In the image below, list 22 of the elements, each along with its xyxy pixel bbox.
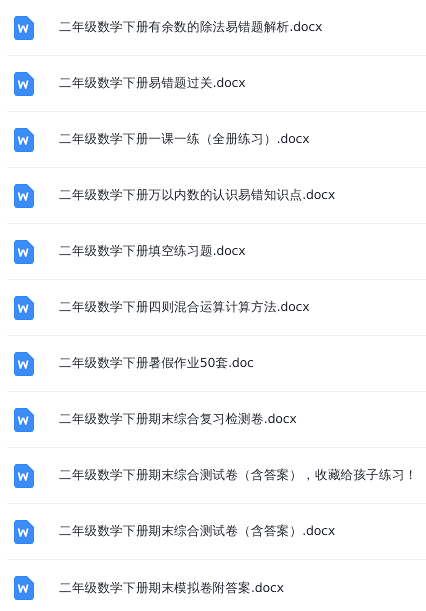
file-name[interactable]: 二年级数学下册暑假作业50套.doc <box>59 355 254 372</box>
word-document-icon <box>14 240 34 264</box>
word-document-icon <box>14 520 34 544</box>
file-name[interactable]: 二年级数学下册易错题过关.docx <box>59 75 246 92</box>
word-document-icon <box>14 184 34 208</box>
word-document-icon <box>14 576 34 600</box>
word-document-icon <box>14 128 34 152</box>
file-name[interactable]: 二年级数学下册期末综合测试卷（含答案）.docx <box>59 523 336 540</box>
file-name[interactable]: 二年级数学下册万以内数的认识易错知识点.docx <box>59 187 336 204</box>
word-document-icon <box>14 352 34 376</box>
file-name[interactable]: 二年级数学下册期末模拟卷附答案.docx <box>59 580 284 596</box>
word-document-icon <box>14 464 34 488</box>
word-document-icon <box>14 16 34 40</box>
file-name[interactable]: 二年级数学下册期末综合复习检测卷.docx <box>59 411 297 428</box>
file-name[interactable]: 二年级数学下册一课一练（全册练习）.docx <box>59 131 310 148</box>
file-name[interactable]: 二年级数学下册四则混合运算计算方法.docx <box>59 299 310 316</box>
file-name[interactable]: 二年级数学下册填空练习题.docx <box>59 243 246 260</box>
word-document-icon <box>14 408 34 432</box>
file-name[interactable]: 二年级数学下册期末综合测试卷（含答案），收藏给孩子练习！ <box>59 467 418 484</box>
word-document-icon <box>14 296 34 320</box>
file-name[interactable]: 二年级数学下册有余数的除法易错题解析.docx <box>59 19 322 36</box>
word-document-icon <box>14 72 34 96</box>
